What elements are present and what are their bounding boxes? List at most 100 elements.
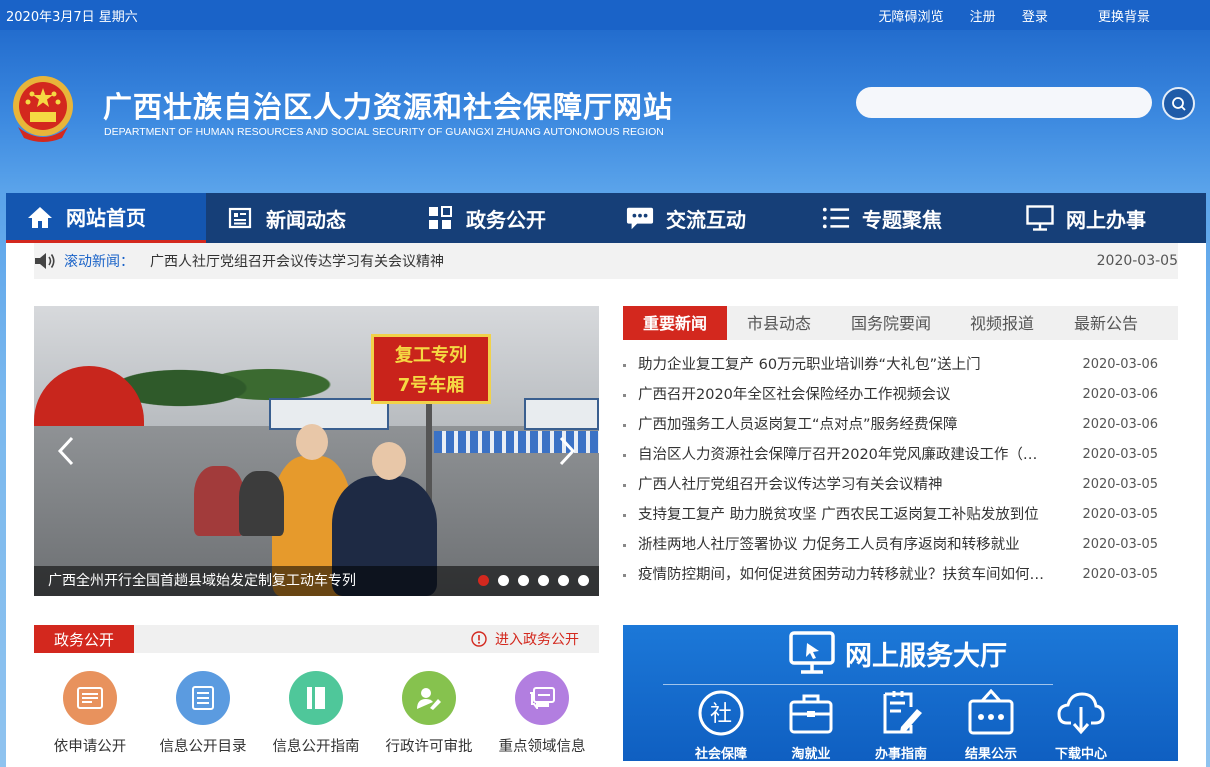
news-title[interactable]: 广西加强务工人员返岗复工“点对点”服务经费保障 xyxy=(638,410,1050,440)
service-results-publicity[interactable]: 结果公示 xyxy=(951,688,1031,762)
item-disclosure-guide[interactable]: 信息公开指南 xyxy=(261,671,371,756)
list-icon xyxy=(822,207,850,229)
slider-dot[interactable] xyxy=(498,575,509,586)
search-button[interactable] xyxy=(1162,87,1195,120)
guide-pen-icon xyxy=(883,691,922,734)
image-slider[interactable]: 复工专列 7号车厢 广西全州开行全国首趟县域始发定制复工动车专列 xyxy=(34,306,599,596)
slide-photo-person xyxy=(194,466,244,536)
nav-online-services[interactable]: 网上办事 xyxy=(1006,193,1206,243)
nav-label: 交流互动 xyxy=(666,207,746,232)
slider-dot[interactable] xyxy=(538,575,549,586)
monitor-icon xyxy=(1026,205,1054,231)
item-apply-disclosure[interactable]: 依申请公开 xyxy=(35,671,145,756)
nav-label: 政务公开 xyxy=(466,207,546,232)
bullet-icon xyxy=(623,364,626,367)
news-item[interactable]: 广西加强务工人员返岗复工“点对点”服务经费保障 2020-03-06 xyxy=(623,410,1178,440)
news-date: 2020-03-05 xyxy=(1082,447,1158,462)
item-label: 重点领域信息 xyxy=(498,739,586,755)
news-date: 2020-03-05 xyxy=(1082,507,1158,522)
main-nav: 网站首页 新闻动态 政务公开 交流互动 专题聚焦 网上办事 xyxy=(6,193,1206,243)
slider-dot[interactable] xyxy=(558,575,569,586)
news-list: 助力企业复工复产 60万元职业培训券“大礼包”送上门 2020-03-06 广西召… xyxy=(623,350,1178,590)
service-hall-title: 网上服务大厅 xyxy=(845,640,1007,672)
slider-dot[interactable] xyxy=(518,575,529,586)
news-title[interactable]: 疫情防控期间，如何促进贫困劳动力转移就业？扶贫车间如何复... xyxy=(638,560,1050,590)
news-panel: 重要新闻 市县动态 国务院要闻 视频报道 最新公告 助力企业复工复产 60万元职… xyxy=(623,306,1178,590)
news-tabs: 重要新闻 市县动态 国务院要闻 视频报道 最新公告 xyxy=(623,306,1178,340)
slider-prev-arrow-icon[interactable] xyxy=(56,436,76,466)
bullet-icon xyxy=(623,454,626,457)
news-title[interactable]: 浙桂两地人社厅签署协议 力促务工人员有序返岗和转移就业 xyxy=(638,530,1050,560)
news-item[interactable]: 助力企业复工复产 60万元职业培训券“大礼包”送上门 2020-03-06 xyxy=(623,350,1178,380)
nav-home[interactable]: 网站首页 xyxy=(6,193,206,243)
nav-topics[interactable]: 专题聚焦 xyxy=(806,193,1006,243)
search-input[interactable] xyxy=(856,87,1152,118)
news-date: 2020-03-06 xyxy=(1082,417,1158,432)
nav-label: 专题聚焦 xyxy=(862,207,942,232)
register-link[interactable]: 注册 xyxy=(970,10,996,25)
login-link[interactable]: 登录 xyxy=(1022,10,1048,25)
item-disclosure-catalog[interactable]: 信息公开目录 xyxy=(148,671,258,756)
service-download-center[interactable]: 下载中心 xyxy=(1041,689,1121,762)
news-date: 2020-03-05 xyxy=(1082,477,1158,492)
tab-video-reports[interactable]: 视频报道 xyxy=(970,306,1034,340)
chat-icon xyxy=(626,207,654,230)
government-affairs-section: 政务公开 进入政务公开 依申请公开 信息公开目录 信息公开指南 行政许可审批 重… xyxy=(34,625,599,755)
news-title[interactable]: 支持复工复产 助力脱贫攻坚 广西农民工返岗复工补贴发放到位 xyxy=(638,500,1050,530)
news-title[interactable]: 助力企业复工复产 60万元职业培训券“大礼包”送上门 xyxy=(638,350,1050,380)
service-social-security[interactable]: 社 社会保障 xyxy=(681,689,761,762)
news-item[interactable]: 广西人社厅党组召开会议传达学习有关会议精神 2020-03-05 xyxy=(623,470,1178,500)
news-icon xyxy=(228,207,252,229)
top-bar: 2020年3月7日 星期六 无障碍浏览 注册 登录 更换背景 xyxy=(0,0,1210,30)
slider-dots xyxy=(478,575,589,586)
cloud-download-icon xyxy=(1057,692,1105,735)
news-title[interactable]: 广西人社厅党组召开会议传达学习有关会议精神 xyxy=(638,470,1050,500)
news-item[interactable]: 广西召开2020年全区社会保险经办工作视频会议 2020-03-06 xyxy=(623,380,1178,410)
slider-dot[interactable] xyxy=(478,575,489,586)
enter-government-affairs-link[interactable]: 进入政务公开 xyxy=(471,629,579,649)
item-administrative-approval[interactable]: 行政许可审批 xyxy=(374,671,484,756)
bullet-icon xyxy=(623,484,626,487)
tab-latest-announcements[interactable]: 最新公告 xyxy=(1074,306,1138,340)
site-title: 广西壮族自治区人力资源和社会保障厅网站 xyxy=(103,90,674,124)
scrolling-news-bar: 滚动新闻： 广西人社厅党组召开会议传达学习有关会议精神 2020-03-05 xyxy=(34,243,1178,279)
slider-dot[interactable] xyxy=(578,575,589,586)
item-label: 行政许可审批 xyxy=(385,739,473,755)
change-background-link[interactable]: 更换背景 xyxy=(1098,10,1150,25)
computer-cursor-icon xyxy=(789,631,835,674)
scroll-news-link[interactable]: 广西人社厅党组召开会议传达学习有关会议精神 xyxy=(150,251,444,271)
service-label: 淘就业 xyxy=(791,747,831,762)
online-service-hall[interactable]: 网上服务大厅 社 社会保障 淘就业 办事指南 结果公示 下载中心 xyxy=(623,625,1178,762)
section-header: 政务公开 进入政务公开 xyxy=(34,625,599,653)
catalog-icon xyxy=(176,671,230,725)
briefcase-icon xyxy=(789,694,833,734)
slider-next-arrow-icon[interactable] xyxy=(557,436,577,466)
service-guide[interactable]: 办事指南 xyxy=(861,689,941,762)
news-item[interactable]: 自治区人力资源社会保障厅召开2020年党风廉政建设工作（线上... 2020-03… xyxy=(623,440,1178,470)
service-employment[interactable]: 淘就业 xyxy=(771,689,851,762)
svg-text:社: 社 xyxy=(710,702,732,727)
news-date: 2020-03-05 xyxy=(1082,537,1158,552)
nav-news[interactable]: 新闻动态 xyxy=(206,193,406,243)
tab-important-news[interactable]: 重要新闻 xyxy=(623,306,728,340)
bullet-icon xyxy=(623,514,626,517)
nav-government-affairs[interactable]: 政务公开 xyxy=(406,193,606,243)
item-key-area-info[interactable]: 重点领域信息 xyxy=(487,671,597,756)
news-item[interactable]: 疫情防控期间，如何促进贫困劳动力转移就业？扶贫车间如何复... 2020-03-0… xyxy=(623,560,1178,590)
news-title[interactable]: 广西召开2020年全区社会保险经办工作视频会议 xyxy=(638,380,1050,410)
item-label: 信息公开目录 xyxy=(159,739,247,755)
news-item[interactable]: 浙桂两地人社厅签署协议 力促务工人员有序返岗和转移就业 2020-03-05 xyxy=(623,530,1178,560)
current-date: 2020年3月7日 星期六 xyxy=(6,10,138,25)
service-label: 结果公示 xyxy=(964,747,1017,762)
nav-interaction[interactable]: 交流互动 xyxy=(606,193,806,243)
book-icon xyxy=(289,671,343,725)
approval-icon xyxy=(402,671,456,725)
news-title[interactable]: 自治区人力资源社会保障厅召开2020年党风廉政建设工作（线上... xyxy=(638,440,1050,470)
accessibility-link[interactable]: 无障碍浏览 xyxy=(879,10,944,25)
news-item[interactable]: 支持复工复产 助力脱贫攻坚 广西农民工返岗复工补贴发放到位 2020-03-05 xyxy=(623,500,1178,530)
more-label: 进入政务公开 xyxy=(495,632,579,648)
tab-state-council-news[interactable]: 国务院要闻 xyxy=(851,306,931,340)
document-icon xyxy=(63,671,117,725)
tab-city-county-news[interactable]: 市县动态 xyxy=(747,306,811,340)
slide-photo-person-head xyxy=(372,442,406,480)
